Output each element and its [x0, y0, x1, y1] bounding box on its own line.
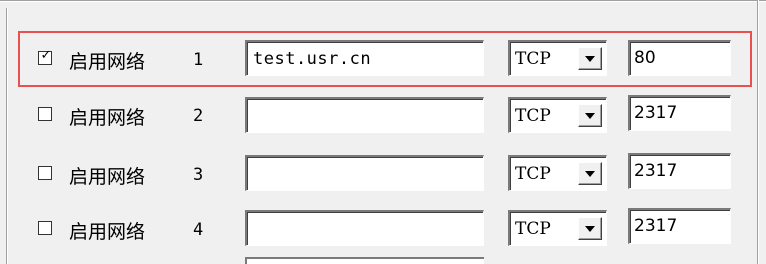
- enable-network-4-label: 启用网络: [69, 221, 146, 243]
- enable-network-3-label: 启用网络: [69, 166, 146, 188]
- network-1-index: 1: [193, 50, 204, 70]
- network-1-protocol-select[interactable]: TCP: [508, 40, 607, 76]
- network-4-port-input[interactable]: 2317: [628, 208, 731, 244]
- network-3-host-input[interactable]: [245, 155, 484, 191]
- network-1-protocol-dropdown-button[interactable]: [578, 47, 602, 70]
- network-1-host-input[interactable]: test.usr.cn: [245, 40, 484, 76]
- network-4-protocol-value: TCP: [515, 219, 551, 239]
- network-4-host-input[interactable]: [245, 210, 484, 246]
- network-2-protocol-select[interactable]: TCP: [508, 97, 607, 133]
- enable-network-3-checkbox[interactable]: [38, 166, 52, 180]
- network-1-host-value: test.usr.cn: [253, 49, 372, 69]
- network-2-port-value: 2317: [634, 103, 678, 123]
- network-1-port-value: 80: [634, 48, 656, 68]
- enable-network-2-label: 启用网络: [69, 107, 146, 129]
- network-3-port-value: 2317: [634, 161, 678, 181]
- checkmark-icon: [39, 105, 53, 119]
- network-3-protocol-select[interactable]: TCP: [508, 155, 607, 191]
- enable-network-1-label: 启用网络: [69, 51, 146, 73]
- network-1-protocol-value: TCP: [515, 49, 551, 69]
- enable-network-2-checkbox[interactable]: [38, 107, 52, 121]
- network-row-1: ✓ 启用网络 1 test.usr.cn TCP 80: [0, 35, 766, 91]
- network-3-protocol-value: TCP: [515, 164, 551, 184]
- checkmark-icon: [39, 164, 53, 178]
- network-row-4: 启用网络 4 TCP 2317: [0, 199, 766, 255]
- enable-network-4-checkbox[interactable]: [38, 221, 52, 235]
- network-4-port-value: 2317: [634, 216, 678, 236]
- network-4-protocol-select[interactable]: TCP: [508, 210, 607, 246]
- chevron-down-icon: [585, 171, 595, 177]
- network-3-index: 3: [193, 165, 204, 185]
- network-4-index: 4: [193, 220, 204, 240]
- network-5-host-input-partial: [245, 257, 484, 264]
- chevron-down-icon: [585, 226, 595, 232]
- network-2-protocol-value: TCP: [515, 106, 551, 126]
- network-1-port-input[interactable]: 80: [628, 40, 731, 76]
- chevron-down-icon: [585, 56, 595, 62]
- network-2-host-input[interactable]: [245, 97, 484, 133]
- network-2-port-input[interactable]: 2317: [628, 95, 731, 131]
- network-2-index: 2: [193, 106, 204, 126]
- network-2-protocol-dropdown-button[interactable]: [578, 104, 602, 127]
- checkmark-icon: ✓: [40, 48, 52, 63]
- enable-network-1-checkbox[interactable]: ✓: [38, 48, 52, 65]
- network-row-2: 启用网络 2 TCP 2317: [0, 89, 766, 145]
- chevron-down-icon: [585, 113, 595, 119]
- network-4-protocol-dropdown-button[interactable]: [578, 217, 602, 240]
- network-3-protocol-dropdown-button[interactable]: [578, 162, 602, 185]
- network-row-3: 启用网络 3 TCP 2317: [0, 145, 766, 201]
- network-row-5-partial: [0, 251, 766, 264]
- checkmark-icon: [39, 219, 53, 233]
- network-3-port-input[interactable]: 2317: [628, 153, 731, 189]
- group-frame-top-highlight: [0, 1, 766, 2]
